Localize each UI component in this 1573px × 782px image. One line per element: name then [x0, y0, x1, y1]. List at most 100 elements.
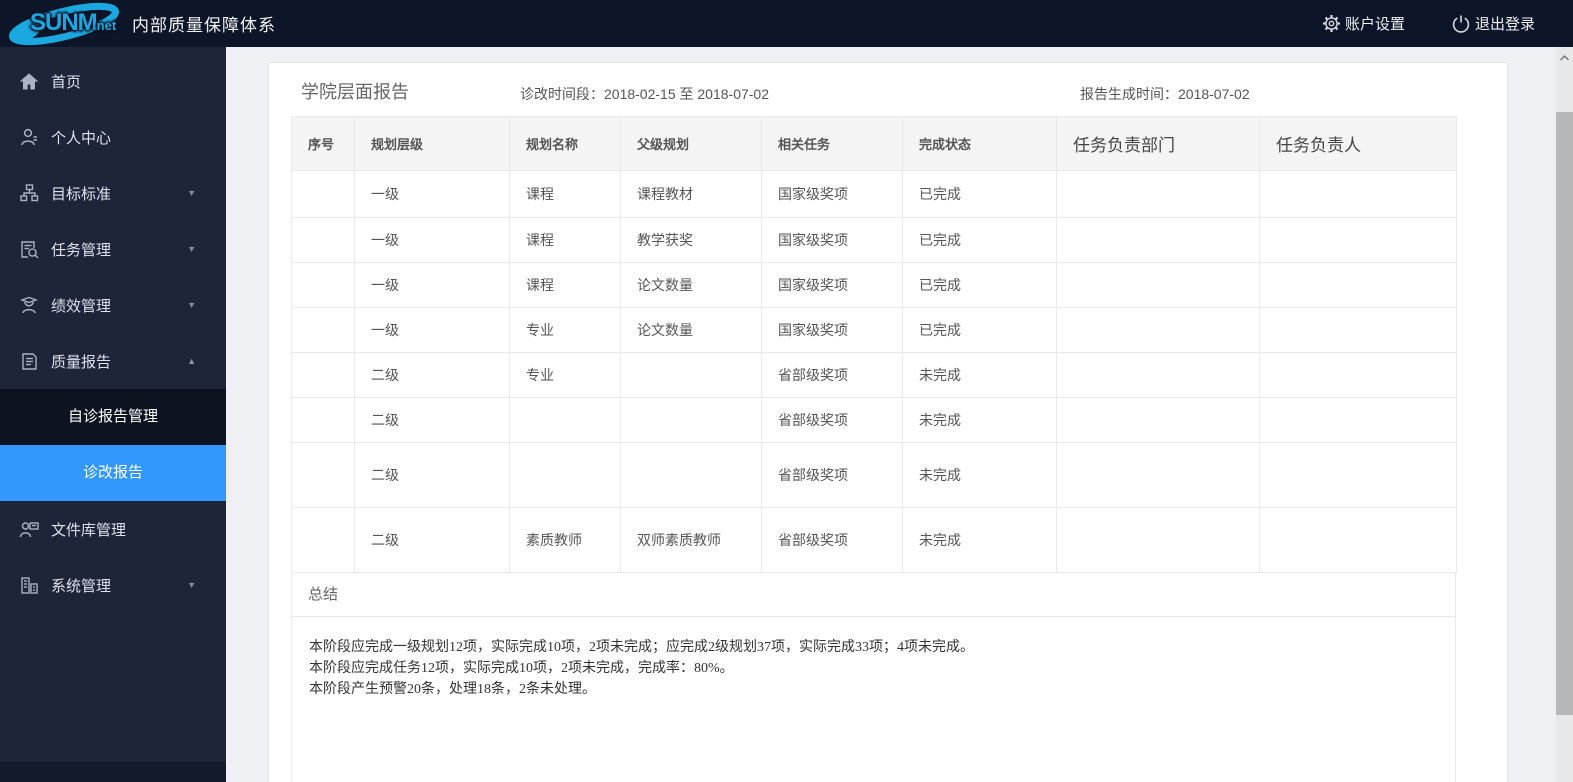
table-cell: 专业 — [510, 353, 621, 398]
table-cell: 课程教材 — [621, 171, 762, 218]
column-header: 规划名称 — [510, 117, 621, 171]
table-cell — [1260, 171, 1457, 218]
chevron-down-icon: ▼ — [187, 188, 196, 198]
table-cell — [1057, 508, 1260, 573]
sidebar-item-system-management[interactable]: 系统管理 ▼ — [0, 557, 226, 613]
table-cell — [1260, 508, 1457, 573]
table-body: 一级课程课程教材国家级奖项已完成一级课程教学获奖国家级奖项已完成一级课程论文数量… — [292, 171, 1457, 573]
app-title: 内部质量保障体系 — [132, 11, 276, 36]
logout-button[interactable]: 退出登录 — [1451, 13, 1535, 34]
table-row: 二级省部级奖项未完成 — [292, 398, 1457, 443]
chevron-down-icon: ▼ — [187, 580, 196, 590]
table-cell: 已完成 — [903, 263, 1057, 308]
sidebar-item-file-library[interactable]: 文件库管理 — [0, 501, 226, 557]
sidebar-item-label: 绩效管理 — [51, 295, 111, 316]
diagnosis-period: 诊改时间段：2018-02-15 至 2018-07-02 — [520, 84, 769, 104]
table-cell — [1260, 308, 1457, 353]
power-icon — [1451, 14, 1471, 34]
sidebar-item-home[interactable]: 首页 — [0, 53, 226, 109]
sidebar-item-quality-report[interactable]: 质量报告 ▲ — [0, 333, 226, 389]
table-cell: 课程 — [510, 218, 621, 263]
table-cell — [1260, 398, 1457, 443]
table-cell: 一级 — [355, 171, 510, 218]
table-row: 二级专业 省部级奖项未完成 — [292, 353, 1457, 398]
table-row: 一级课程教学获奖国家级奖项已完成 — [292, 218, 1457, 263]
table-cell — [1260, 353, 1457, 398]
account-settings-button[interactable]: 账户设置 — [1322, 13, 1405, 34]
column-header: 规划层级 — [355, 117, 510, 171]
sidebar: 首页 个人中心 — [0, 47, 226, 782]
table-cell — [510, 398, 621, 443]
table-row: 二级省部级奖项未完成 — [292, 443, 1457, 508]
table-row: 一级课程论文数量国家级奖项已完成 — [292, 263, 1457, 308]
table-cell — [1260, 218, 1457, 263]
plan-report-table: 序号规划层级规划名称父级规划相关任务完成状态任务负责部门任务负责人 一级课程课程… — [291, 116, 1457, 573]
account-settings-label: 账户设置 — [1345, 13, 1405, 34]
table-cell: 二级 — [355, 508, 510, 573]
table-cell — [621, 398, 762, 443]
table-cell: 未完成 — [903, 353, 1057, 398]
scrollbar-thumb[interactable] — [1556, 112, 1573, 715]
column-header: 相关任务 — [762, 117, 903, 171]
table-cell: 二级 — [355, 398, 510, 443]
table-cell — [1057, 171, 1260, 218]
sidebar-item-target-standards[interactable]: 目标标准 ▼ — [0, 165, 226, 221]
table-cell: 论文数量 — [621, 263, 762, 308]
table-cell: 国家级奖项 — [762, 218, 903, 263]
page-title: 学院层面报告 — [301, 78, 409, 104]
table-cell — [292, 443, 355, 508]
diagnosis-period-value: 2018-02-15 至 2018-07-02 — [604, 86, 769, 102]
vertical-scrollbar[interactable] — [1556, 47, 1573, 782]
submenu-item-self-diagnosis-report[interactable]: 自诊报告管理 — [0, 389, 226, 445]
sidebar-item-label: 任务管理 — [51, 239, 111, 260]
table-cell — [292, 218, 355, 263]
home-icon — [18, 71, 40, 91]
table-cell: 国家级奖项 — [762, 263, 903, 308]
sunm-logo[interactable]: SUNMnet — [6, 0, 128, 47]
table-cell: 已完成 — [903, 171, 1057, 218]
table-cell — [510, 443, 621, 508]
summary-content: 本阶段应完成一级规划12项，实际完成10项，2项未完成；应完成2级规划37项，实… — [291, 617, 1456, 782]
column-header: 任务负责部门 — [1057, 117, 1260, 171]
table-cell: 课程 — [510, 263, 621, 308]
table-row: 一级课程课程教材国家级奖项已完成 — [292, 171, 1457, 218]
main-content: 学院层面报告 诊改时间段：2018-02-15 至 2018-07-02 报告生… — [226, 47, 1573, 782]
table-cell: 未完成 — [903, 398, 1057, 443]
sidebar-item-label: 系统管理 — [51, 575, 111, 596]
table-cell: 素质教师 — [510, 508, 621, 573]
table-cell — [292, 263, 355, 308]
column-header: 任务负责人 — [1260, 117, 1457, 171]
summary-title: 总结 — [291, 573, 1456, 617]
sidebar-footer — [0, 762, 226, 782]
scrollbar-up-button[interactable] — [1556, 51, 1573, 65]
report-generated-label: 报告生成时间： — [1080, 86, 1178, 102]
sidebar-item-personal-center[interactable]: 个人中心 — [0, 109, 226, 165]
table-cell: 未完成 — [903, 508, 1057, 573]
table-cell — [292, 171, 355, 218]
summary-line: 本阶段应完成任务12项，实际完成10项，2项未完成，完成率：80%。 — [309, 658, 1439, 679]
table-row: 二级素质教师双师素质教师省部级奖项未完成 — [292, 508, 1457, 573]
table-row: 一级专业论文数量国家级奖项已完成 — [292, 308, 1457, 353]
diagnosis-period-label: 诊改时间段： — [520, 86, 604, 102]
sidebar-item-performance-management[interactable]: 绩效管理 ▼ — [0, 277, 226, 333]
topbar-actions: 账户设置 退出登录 — [1322, 13, 1573, 34]
table-cell: 已完成 — [903, 218, 1057, 263]
topbar: SUNMnet 内部质量保障体系 — [0, 0, 1573, 47]
table-cell — [292, 308, 355, 353]
table-cell — [1057, 263, 1260, 308]
table-cell: 未完成 — [903, 443, 1057, 508]
logo-text: SUNMnet — [30, 9, 116, 37]
table-cell: 省部级奖项 — [762, 353, 903, 398]
table-cell: 专业 — [510, 308, 621, 353]
chevron-down-icon: ▼ — [187, 300, 196, 310]
summary-line: 本阶段产生预警20条，处理18条，2条未处理。 — [309, 679, 1439, 700]
table-cell: 二级 — [355, 353, 510, 398]
report-icon — [18, 351, 40, 371]
table-cell: 双师素质教师 — [621, 508, 762, 573]
sidebar-menu: 首页 个人中心 — [0, 47, 226, 613]
submenu-item-diagnosis-improvement-report[interactable]: 诊改报告 — [0, 445, 226, 501]
logo-brand: SUNM — [30, 9, 97, 36]
sidebar-item-task-management[interactable]: 任务管理 ▼ — [0, 221, 226, 277]
report-generated-value: 2018-07-02 — [1178, 86, 1250, 102]
task-search-icon — [18, 239, 40, 259]
